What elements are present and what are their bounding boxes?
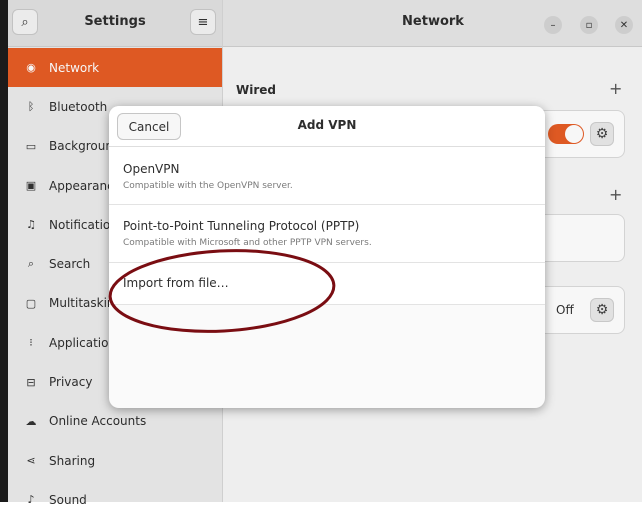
- vpn-options-list: OpenVPN Compatible with the OpenVPN serv…: [109, 147, 545, 305]
- add-vpn-dialog: Cancel Add VPN OpenVPN Compatible with t…: [109, 106, 545, 408]
- dialog-title: Add VPN: [297, 118, 357, 132]
- openvpn-option[interactable]: OpenVPN Compatible with the OpenVPN serv…: [109, 147, 545, 205]
- import-from-file-option[interactable]: Import from file…: [109, 263, 545, 305]
- option-title: Import from file…: [123, 276, 229, 290]
- option-title: Point-to-Point Tunneling Protocol (PPTP): [123, 219, 360, 233]
- dialog-header: Cancel Add VPN: [109, 106, 545, 147]
- option-subtitle: Compatible with the OpenVPN server.: [123, 181, 293, 191]
- pptp-option[interactable]: Point-to-Point Tunneling Protocol (PPTP)…: [109, 205, 545, 263]
- option-subtitle: Compatible with Microsoft and other PPTP…: [123, 238, 372, 248]
- option-title: OpenVPN: [123, 162, 180, 176]
